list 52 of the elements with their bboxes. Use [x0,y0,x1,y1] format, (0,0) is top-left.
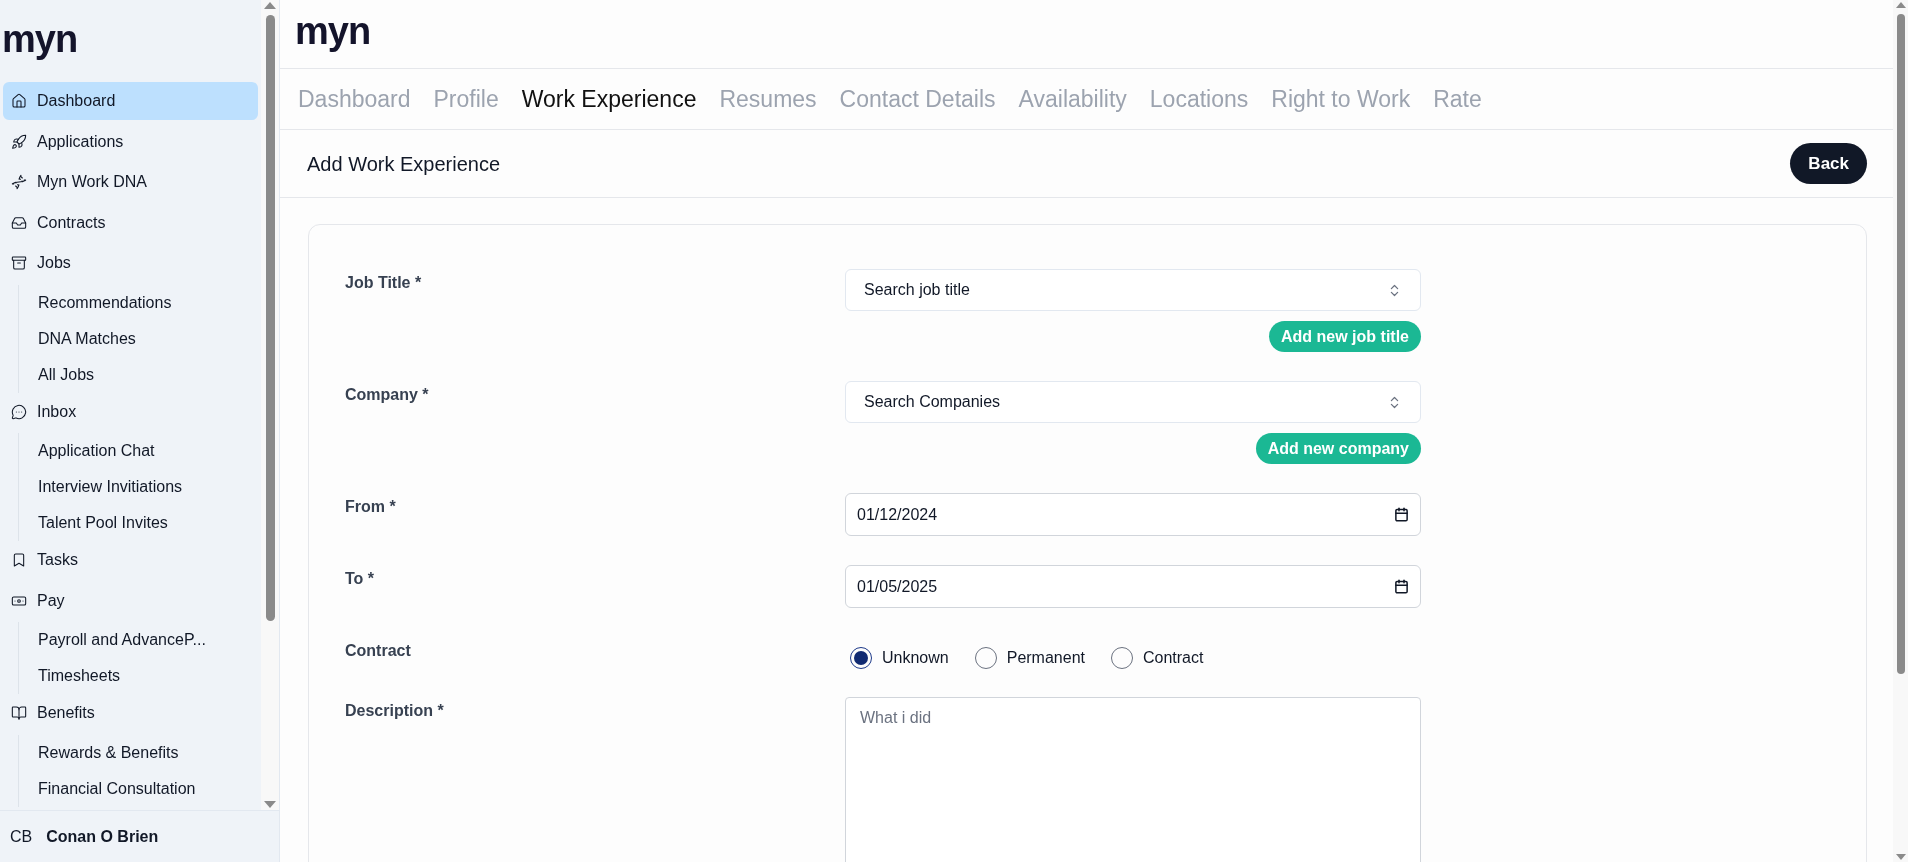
sidebar-item[interactable]: Myn Work DNA [3,163,258,201]
sidebar-item[interactable]: Contracts [3,203,258,242]
scrollbar[interactable] [1893,0,1908,862]
back-button[interactable]: Back [1790,143,1867,184]
scrollbar[interactable] [261,0,279,810]
chat-bubble-icon [11,403,27,420]
sidebar-subitem[interactable]: Rewards & Benefits [19,734,261,771]
sidebar-item[interactable]: Pay [3,581,258,620]
sidebar-subitem[interactable]: Financial Consultation [19,770,261,807]
date-field[interactable]: 01/05/2025 [845,565,1421,608]
page-title: Add Work Experience [307,151,501,177]
date-field[interactable]: 01/12/2024 [845,493,1421,536]
sidebar-item[interactable]: Benefits [3,694,258,732]
box-icon [11,255,27,271]
radio-option[interactable]: Unknown [850,646,949,670]
sidebar-subitem[interactable]: Talent Pool Invites [19,505,261,541]
radio-option[interactable]: Contract [1110,646,1204,670]
nav-tab[interactable]: Work Experience [521,81,697,117]
sidebar-subitem[interactable]: Recommendations [19,284,261,321]
sidebar-subitem[interactable]: All Jobs [19,356,261,393]
field-label: To * [345,569,376,589]
field-label: Contract [345,641,412,661]
book-icon [11,705,27,721]
field-label: Job Title * [345,273,423,293]
search-select[interactable]: Search Companies [845,381,1421,423]
calendar-icon[interactable] [1394,507,1409,522]
sidebar-subitem[interactable]: Application Chat [19,433,261,469]
field-label: From * [345,497,397,517]
sidebar-subitem[interactable]: Timesheets [19,658,261,694]
bookmark-icon [11,552,27,568]
sidebar-item[interactable]: Dashboard [3,82,258,120]
field-label: Description * [345,701,445,721]
sidebar-item[interactable]: Applications [3,122,258,161]
logo: myn [2,20,78,58]
description-field[interactable]: What i did [845,697,1421,862]
rocket-icon [11,133,27,150]
radio-option[interactable]: Permanent [974,646,1085,670]
search-select[interactable]: Search job title [845,269,1421,311]
sidebar-item[interactable]: Jobs [3,244,258,282]
user-initials: CB [10,826,33,847]
tray-icon [11,214,27,231]
sidebar-item[interactable]: Tasks [3,541,258,579]
field-label: Company * [345,385,430,405]
sidebar-subitem[interactable]: Payroll and AdvanceP... [19,622,261,658]
dna-icon [11,174,27,190]
sidebar-subitem[interactable]: DNA Matches [19,320,261,357]
calendar-icon[interactable] [1394,579,1409,594]
house-icon [11,93,27,109]
logo: myn [295,12,371,50]
user-name[interactable]: Conan O Brien [46,824,159,849]
sidebar-subitem[interactable]: Interview Invitiations [19,469,261,505]
sidebar-item[interactable]: Inbox [3,392,258,431]
